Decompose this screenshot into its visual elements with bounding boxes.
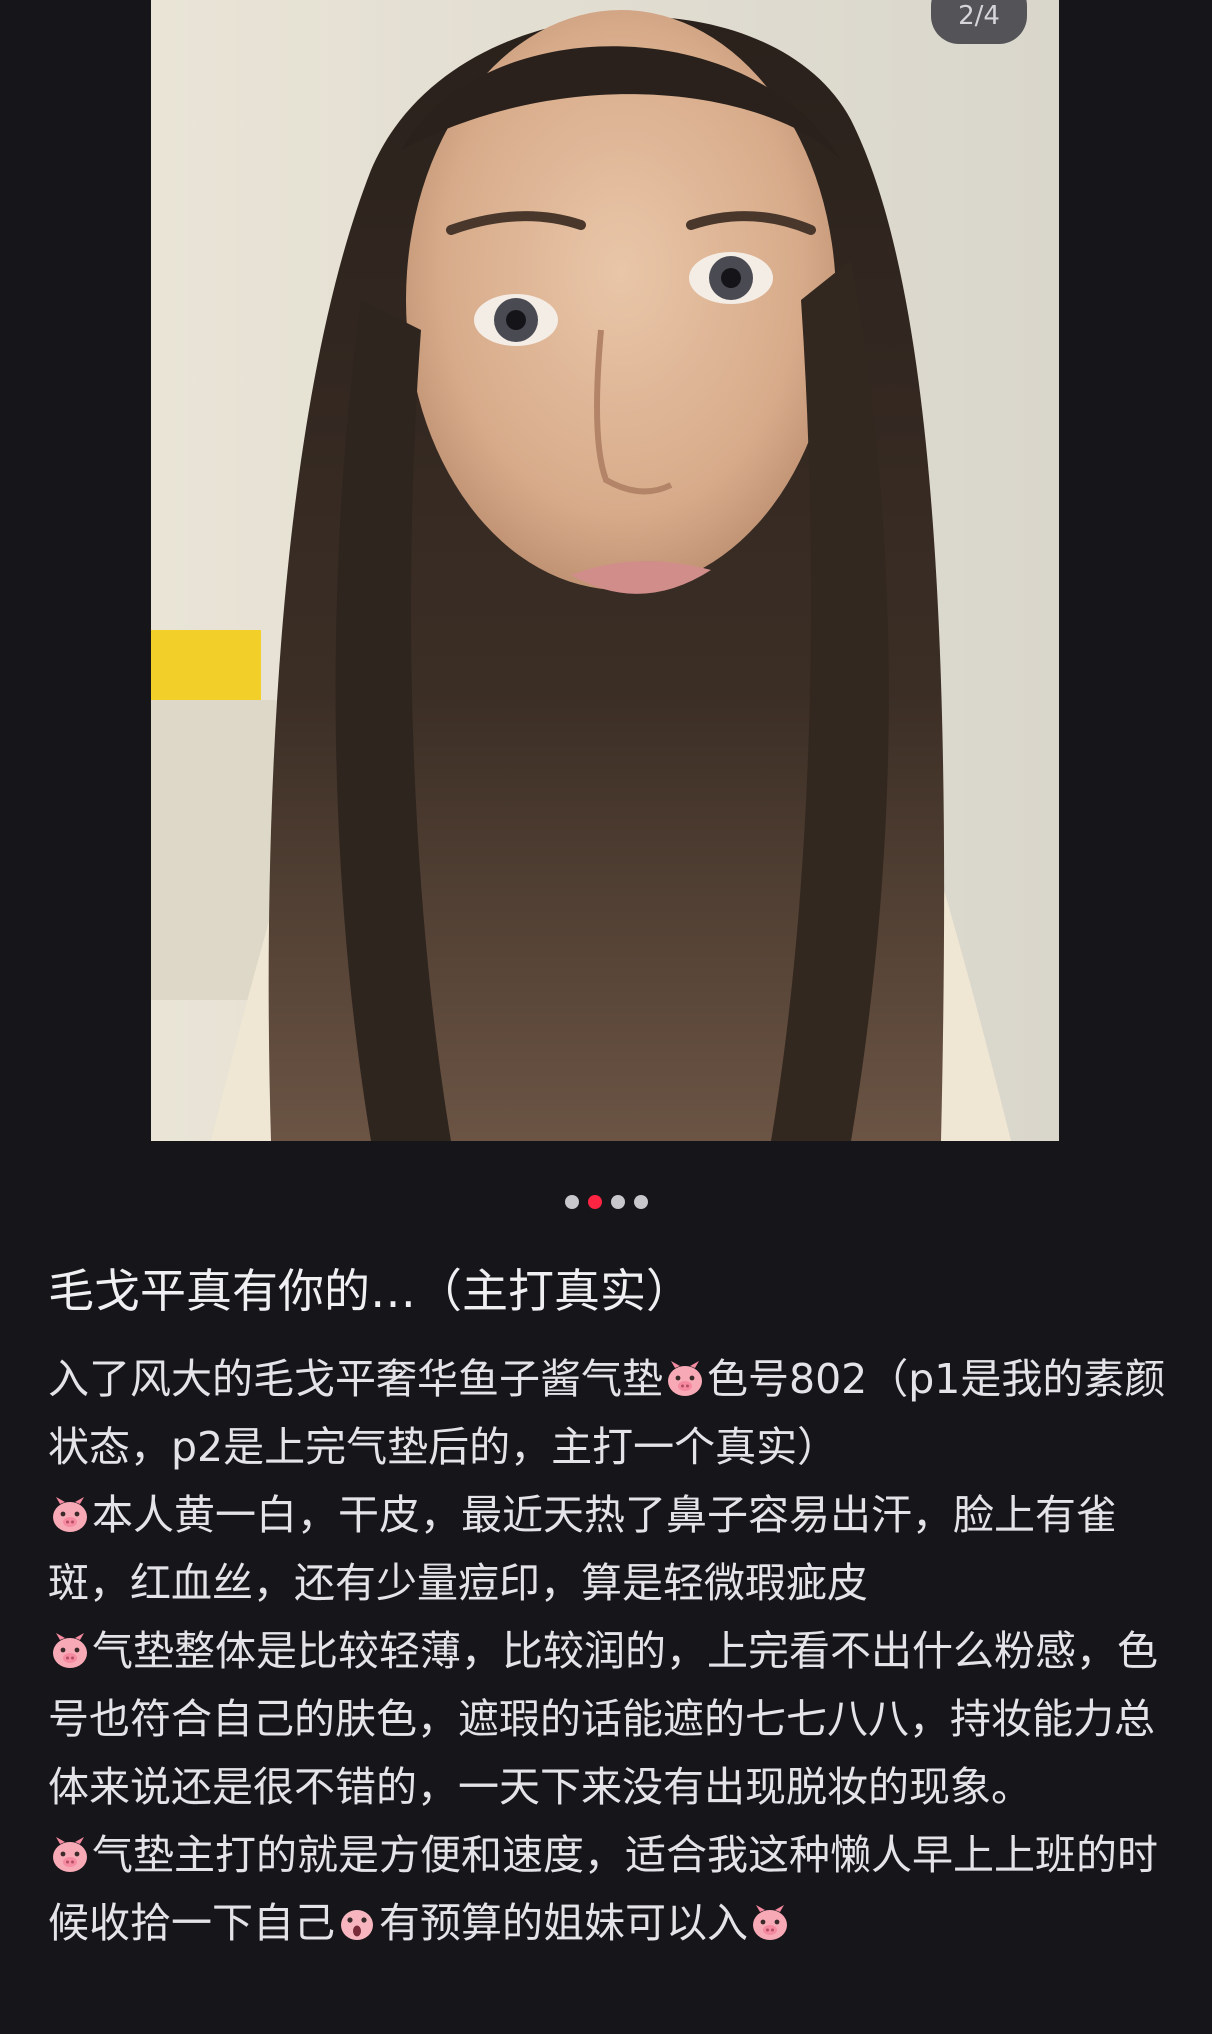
post-photo[interactable]: 2/4 xyxy=(151,0,1059,1141)
paragraph-text: 有预算的姐妹可以入 xyxy=(379,1899,748,1947)
post-paragraph-2: 本人黄一白，干皮，最近天热了鼻子容易出汗，脸上有雀斑，红血丝，还有少量痘印，算是… xyxy=(48,1481,1173,1617)
paragraph-text: 气垫整体是比较轻薄，比较润的，上完看不出什么粉感，色号也符合自己的肤色，遮瑕的话… xyxy=(48,1627,1158,1811)
post-title: 毛戈平真有你的…（主打真实） xyxy=(48,1264,692,1318)
carousel-dot-2-active[interactable] xyxy=(587,1195,602,1209)
pig-icon xyxy=(53,1497,87,1532)
pig-icon xyxy=(668,1361,702,1396)
shocked-face-icon xyxy=(341,1910,373,1940)
post-paragraph-3: 气垫整体是比较轻薄，比较润的，上完看不出什么粉感，色号也符合自己的肤色，遮瑕的话… xyxy=(48,1617,1173,1821)
post-paragraph-4: 气垫主打的就是方便和速度，适合我这种懒人早上上班的时候收拾一下自己 有预算的姐妹可… xyxy=(48,1821,1173,1957)
paragraph-text: 本人黄一白，干皮，最近天热了鼻子容易出汗，脸上有雀斑，红血丝，还有少量痘印，算是… xyxy=(48,1491,1117,1607)
carousel-dot-4[interactable] xyxy=(633,1195,648,1209)
post-body: 入了风大的毛戈平奢华鱼子酱气垫 色号802（p1是我的素颜状态，p2是上完气垫后的… xyxy=(48,1345,1173,1957)
carousel-dot-1[interactable] xyxy=(564,1195,579,1209)
selfie-photo xyxy=(151,0,1059,1141)
post-paragraph-1: 入了风大的毛戈平奢华鱼子酱气垫 色号802（p1是我的素颜状态，p2是上完气垫后的… xyxy=(48,1345,1173,1481)
page-counter: 2/4 xyxy=(931,0,1027,44)
pig-icon xyxy=(753,1905,787,1940)
paragraph-text: 入了风大的毛戈平奢华鱼子酱气垫 xyxy=(48,1355,663,1403)
pig-icon xyxy=(53,1633,87,1668)
carousel-indicator xyxy=(0,1195,1212,1209)
pig-icon xyxy=(53,1837,87,1872)
carousel-dot-3[interactable] xyxy=(610,1195,625,1209)
